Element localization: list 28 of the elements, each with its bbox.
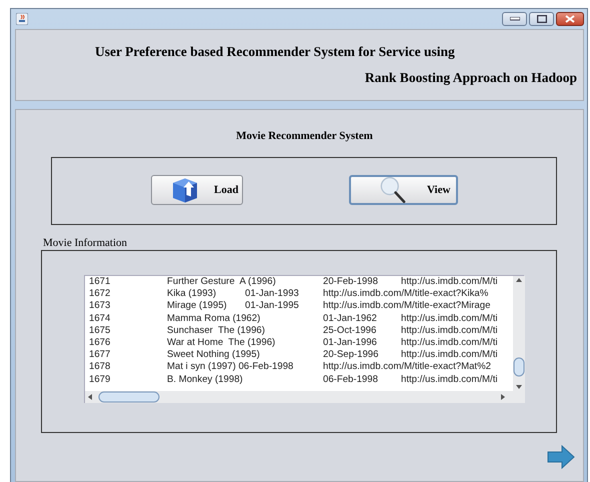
maximize-icon: [536, 15, 546, 23]
next-button[interactable]: [547, 445, 575, 469]
section-title: Movie Recommender System: [236, 130, 373, 142]
magnifier-icon: [379, 177, 407, 203]
text-area[interactable]: [84, 275, 524, 403]
movie-line: 1675 Sunchaser The (1996) 25-Oct-1996 http://us.imdb.com/M/ti: [89, 324, 498, 338]
vertical-scrollbar[interactable]: [513, 276, 525, 391]
movie-line: 1671 Further Gesture A (1996) 20-Feb-1998 http://us.imdb.com/M/ti: [89, 276, 498, 288]
load-button[interactable]: Load: [151, 175, 243, 205]
group-title: Movie Information: [43, 237, 128, 249]
view-button[interactable]: View: [349, 175, 458, 205]
maximize-button[interactable]: [529, 12, 554, 26]
movie-line: 1674 Mamma Roma (1962) 01-Jan-1962 http://us.imdb.com/M/ti: [89, 312, 498, 325]
minimize-button[interactable]: [502, 12, 527, 26]
header-subtitle: Rank Boosting Approach on Hadoop: [364, 70, 577, 86]
header-title: User Preference based Recommender System for Service using: [95, 44, 455, 60]
movie-line: 1677 Sweet Nothing (1995) 20-Sep-1996 http://us.imdb.com/M/ti: [89, 349, 498, 362]
minimize-icon: [510, 17, 520, 21]
right-arrow-icon: [547, 445, 575, 469]
coffee-cup-icon: [16, 13, 28, 25]
movie-line: 1672 Kika (1993) 01-Jan-1993 http://us.imdb.com/M/title-exact?Kika%: [89, 288, 488, 300]
movie-line: 1679 B. Monkey (1998) 06-Feb-1998 http://us.imdb.com/M/ti: [89, 374, 498, 386]
movie-line: 1676 War at Home The (1996) 01-Jan-1996 http://us.imdb.com/M/ti: [89, 337, 498, 350]
movie-line: 1673 Mirage (1995) 01-Jan-1995 http://us.imdb.com/M/title-exact?Mirage: [89, 300, 490, 313]
cube-icon: [170, 176, 200, 204]
close-button[interactable]: [556, 12, 584, 26]
movie-line: 1678 Mat i syn (1997) 06-Feb-1998 http://us.imdb.com/M/title-exact?Mat%2: [89, 361, 491, 374]
close-icon: [565, 15, 575, 23]
